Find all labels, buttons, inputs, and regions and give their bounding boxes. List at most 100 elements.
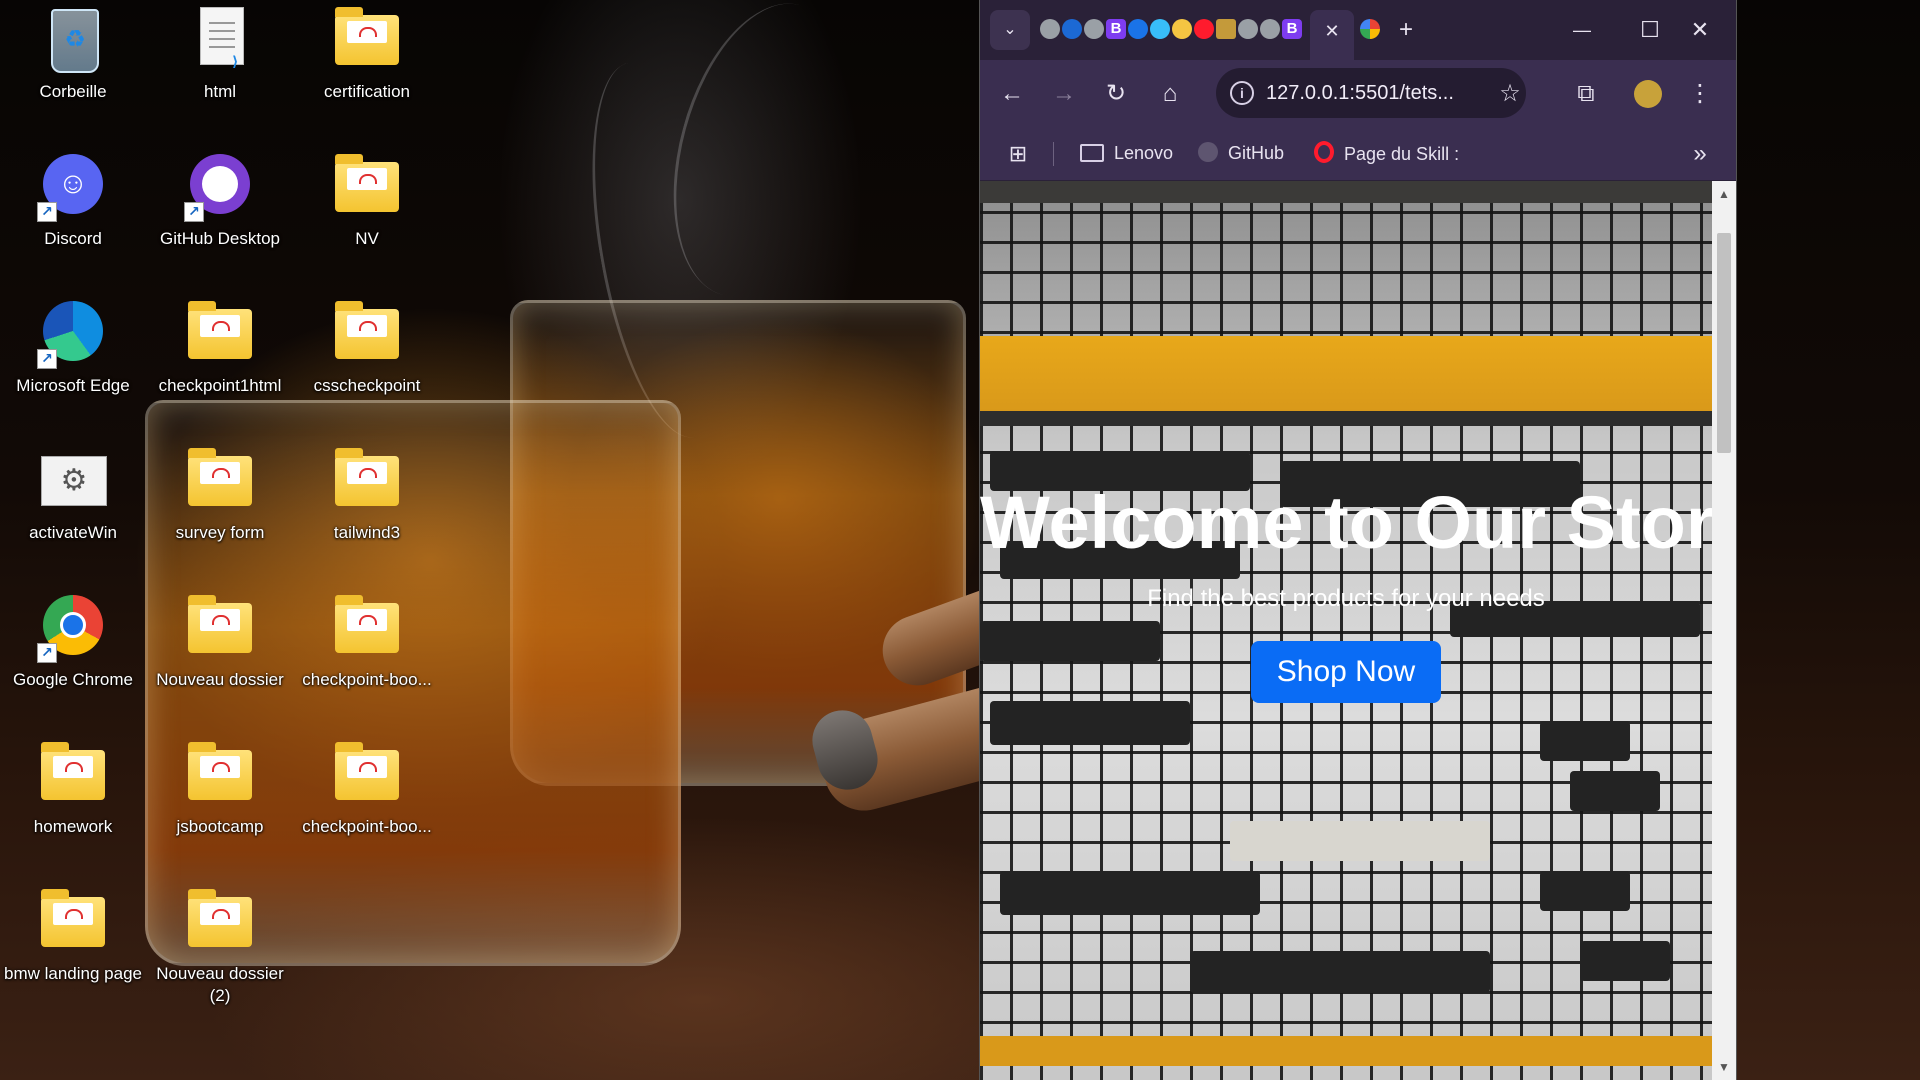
desktop-icon[interactable]: ♻ Corbeille [3, 5, 143, 103]
favicon-bootstrap-icon[interactable]: B [1106, 19, 1126, 39]
folder-icon [184, 446, 256, 518]
profile-avatar[interactable] [1628, 74, 1668, 114]
scroll-up-icon[interactable]: ▲ [1718, 187, 1730, 201]
site-info-icon[interactable]: i [1230, 81, 1254, 105]
desktop-icon[interactable]: checkpoint-boo... [297, 593, 437, 691]
folder-icon [331, 593, 403, 665]
favicon-opera-icon[interactable] [1194, 19, 1214, 39]
desktop-icon-label: jsbootcamp [176, 817, 264, 836]
chrome-window: ⌄ B B ✕ + — ☐ ✕ ← → ↻ ⌂ i 127.0.0.1:5501… [979, 0, 1737, 1080]
desktop-icon-label: Google Chrome [12, 670, 133, 689]
rifle-image [990, 701, 1190, 745]
tab-search-button[interactable]: ⌄ [990, 10, 1030, 50]
address-url[interactable]: 127.0.0.1:5501/tets... [1266, 82, 1454, 105]
favicon-globe-icon[interactable] [1084, 19, 1104, 39]
desktop-icon-label: csscheckpoint [313, 376, 421, 395]
extensions-icon[interactable]: ⧉ [1566, 74, 1606, 114]
desktop-icon[interactable]: survey form [150, 446, 290, 544]
favicon-globe-icon[interactable] [1238, 19, 1258, 39]
favicon-bmw-icon[interactable] [1062, 19, 1082, 39]
desktop-icon[interactable]: ⟩ html [150, 5, 290, 103]
back-button[interactable]: ← [992, 74, 1032, 114]
favicon-edge-icon[interactable] [1128, 19, 1148, 39]
desktop-icon[interactable]: ⚙ activateWin [3, 446, 143, 544]
folder-icon [331, 299, 403, 371]
apps-grid-icon[interactable]: ⊞ [998, 134, 1038, 174]
desktop-icon[interactable]: csscheckpoint [297, 299, 437, 397]
hero-subtitle: Find the best products for your needs [1147, 585, 1545, 612]
folder-icon [331, 740, 403, 812]
desktop-icon[interactable]: certification [297, 5, 437, 103]
desktop-icon[interactable]: ↗ GitHub Desktop [150, 152, 290, 250]
desktop-icon-label: GitHub Desktop [160, 229, 280, 248]
shelf-beam [980, 1036, 1712, 1066]
reload-button[interactable]: ↻ [1096, 74, 1136, 114]
desktop-icon-label: NV [355, 229, 379, 248]
desktop-icon[interactable]: bmw landing page [3, 887, 143, 985]
desktop-icon-label: checkpoint-boo... [302, 670, 432, 689]
desktop-icon-label: bmw landing page [4, 964, 142, 983]
settings-app-icon: ⚙ [37, 446, 109, 518]
folder-icon [184, 299, 256, 371]
pistol-image [1540, 721, 1630, 761]
shop-now-button[interactable]: Shop Now [1250, 641, 1442, 703]
bookmark-star-icon[interactable]: ☆ [1490, 74, 1530, 114]
desktop-icon[interactable]: ↗ Google Chrome [3, 593, 143, 691]
folder-icon [184, 740, 256, 812]
pistol-image [1580, 941, 1670, 981]
menu-kebab-icon[interactable]: ⋮ [1680, 74, 1720, 114]
desktop-icon[interactable]: checkpoint-boo... [297, 740, 437, 838]
desktop-icon-label: Nouveau dossier [156, 670, 284, 689]
folder-icon [331, 446, 403, 518]
github-desktop-icon: ↗ [184, 152, 256, 224]
folder-icon [184, 593, 256, 665]
favicon-image-icon[interactable] [1216, 19, 1236, 39]
pistol-image [1570, 771, 1660, 811]
file-icon: ⟩ [184, 5, 256, 77]
folder-icon [331, 152, 403, 224]
page-scrollbar[interactable]: ▲ ▼ [1712, 181, 1736, 1080]
scrollbar-thumb[interactable] [1717, 233, 1731, 453]
bookmark-github[interactable]: GitHub [1198, 141, 1284, 165]
favicon-bootstrap-icon[interactable]: B [1282, 19, 1302, 39]
favicon-user-icon[interactable] [1172, 19, 1192, 39]
rifle-image [1000, 871, 1260, 915]
bookmark-page-du-skill[interactable]: Page du Skill : [1314, 141, 1459, 166]
favicon-globe-icon[interactable] [1260, 19, 1280, 39]
active-tab[interactable]: ✕ [1310, 10, 1354, 60]
bookmarks-bar: ⊞ Lenovo GitHub Page du Skill : » [980, 128, 1736, 181]
home-button[interactable]: ⌂ [1150, 74, 1190, 114]
scroll-down-icon[interactable]: ▼ [1718, 1060, 1730, 1074]
favicon-tailwind-icon[interactable] [1150, 19, 1170, 39]
desktop-icon[interactable]: checkpoint1html [150, 299, 290, 397]
desktop-icon[interactable]: Nouveau dossier [150, 593, 290, 691]
desktop-icon[interactable]: homework [3, 740, 143, 838]
opera-icon [1314, 141, 1334, 163]
desktop-icon-label: Nouveau dossier (2) [156, 964, 284, 1005]
github-icon [1198, 142, 1218, 162]
desktop-icon[interactable]: ↗ Microsoft Edge [3, 299, 143, 397]
new-tab-button[interactable]: + [1386, 10, 1426, 50]
desktop-icon[interactable]: ☺ ↗ Discord [3, 152, 143, 250]
folder-icon [37, 740, 109, 812]
discord-icon: ☺ ↗ [37, 152, 109, 224]
edge-icon: ↗ [37, 299, 109, 371]
pistol-image [1540, 871, 1630, 911]
desktop-icon[interactable]: jsbootcamp [150, 740, 290, 838]
favicon-globe-icon[interactable] [1040, 19, 1060, 39]
desktop-icon[interactable]: NV [297, 152, 437, 250]
minimize-button[interactable]: — [1562, 10, 1602, 50]
desktop-icon-label: checkpoint-boo... [302, 817, 432, 836]
address-bar[interactable]: i 127.0.0.1:5501/tets... [1216, 68, 1526, 118]
forward-button[interactable]: → [1044, 74, 1084, 114]
favicon-google-icon[interactable] [1360, 19, 1380, 39]
rifle-image [1190, 951, 1490, 993]
bookmarks-more-button[interactable]: » [1680, 134, 1720, 174]
close-tab-icon[interactable]: ✕ [1324, 21, 1339, 41]
desktop-icon[interactable]: Nouveau dossier (2) [150, 887, 290, 1007]
desktop-icon[interactable]: tailwind3 [297, 446, 437, 544]
bookmark-lenovo[interactable]: Lenovo [1080, 141, 1173, 165]
close-window-button[interactable]: ✕ [1680, 10, 1720, 50]
tab-strip: ⌄ B B ✕ + — ☐ ✕ [980, 0, 1736, 60]
maximize-button[interactable]: ☐ [1630, 10, 1670, 50]
